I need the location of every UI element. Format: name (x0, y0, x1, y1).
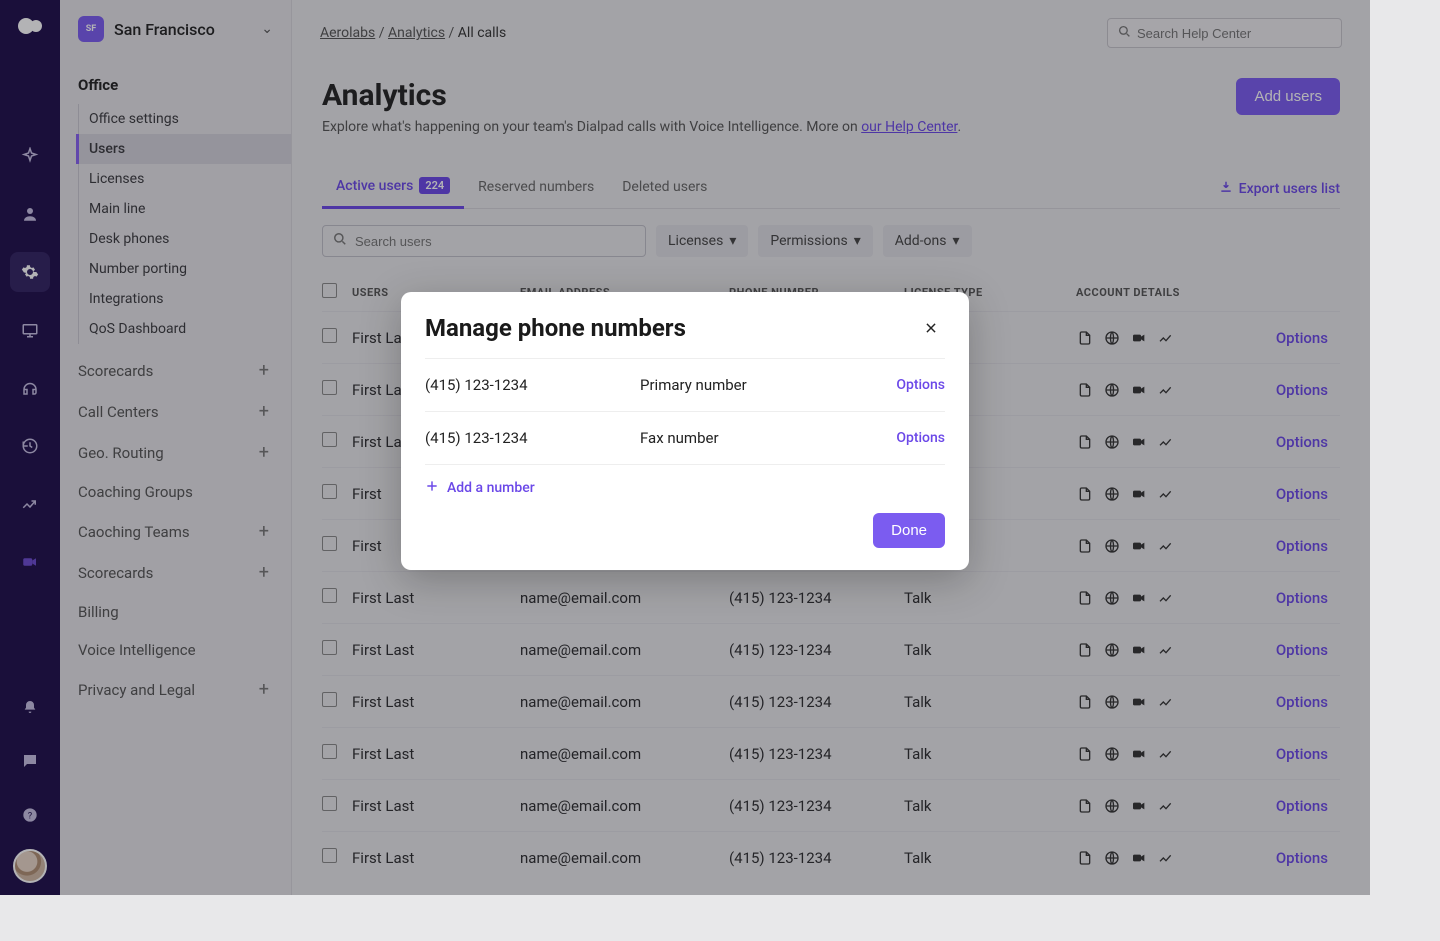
done-button[interactable]: Done (873, 513, 945, 548)
manage-phone-modal: Manage phone numbers (415) 123-1234Prima… (401, 292, 969, 570)
close-icon[interactable] (917, 314, 945, 342)
phone-number-row: (415) 123-1234Primary numberOptions (425, 359, 945, 412)
phone-type: Fax number (640, 429, 896, 447)
phone-type: Primary number (640, 376, 896, 394)
phone-number-row: (415) 123-1234Fax numberOptions (425, 412, 945, 465)
phone-number: (415) 123-1234 (425, 429, 640, 447)
modal-scrim[interactable]: Manage phone numbers (415) 123-1234Prima… (0, 0, 1370, 895)
add-number-link[interactable]: Add a number (425, 465, 945, 505)
modal-title: Manage phone numbers (425, 314, 917, 342)
plus-icon (425, 479, 439, 497)
phone-options-link[interactable]: Options (896, 377, 945, 393)
phone-options-link[interactable]: Options (896, 430, 945, 446)
phone-number: (415) 123-1234 (425, 376, 640, 394)
